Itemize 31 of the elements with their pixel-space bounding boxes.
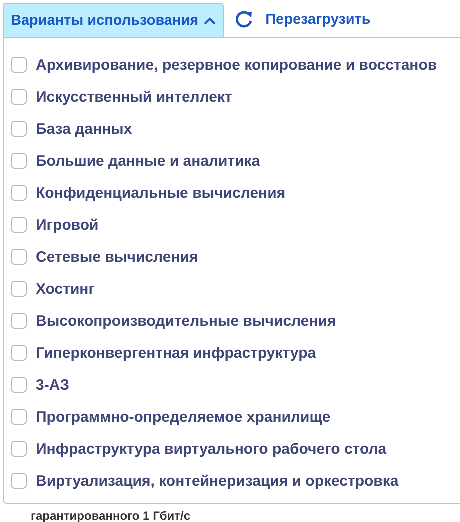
checkbox[interactable] [11, 121, 27, 137]
checkbox[interactable] [11, 377, 27, 393]
option-item[interactable]: Большие данные и аналитика [4, 145, 460, 177]
checkbox[interactable] [11, 89, 27, 105]
checkbox[interactable] [11, 441, 27, 457]
caret-icon [204, 16, 216, 24]
option-item[interactable]: Хостинг [4, 273, 460, 305]
option-item[interactable]: База данных [4, 113, 460, 145]
reload-button[interactable]: Перезагрузить [224, 3, 371, 37]
option-item[interactable]: Искусственный интеллект [4, 81, 460, 113]
checkbox[interactable] [11, 409, 27, 425]
checkbox[interactable] [11, 473, 27, 489]
checkbox[interactable] [11, 153, 27, 169]
option-item[interactable]: Гиперконвергентная инфраструктура [4, 337, 460, 369]
option-item[interactable]: Архивирование, резервное копирование и восстанов [4, 49, 460, 81]
checkbox[interactable] [11, 217, 27, 233]
option-item[interactable]: Конфиденциальные вычисления [4, 177, 460, 209]
checkbox[interactable] [11, 249, 27, 265]
filter-tab[interactable]: Варианты использования [3, 3, 224, 37]
option-item[interactable]: Инфраструктура виртуального рабочего стола [4, 433, 460, 465]
checkbox[interactable] [11, 185, 27, 201]
option-item[interactable]: 3-АЗ [4, 369, 460, 401]
checkbox[interactable] [11, 281, 27, 297]
option-item[interactable]: Высокопроизводительные вычисления [4, 305, 460, 337]
checkbox[interactable] [11, 313, 27, 329]
checkbox[interactable] [11, 345, 27, 361]
option-item[interactable]: Виртуализация, контейнеризация и оркестровка [4, 465, 460, 497]
checkbox[interactable] [11, 57, 27, 73]
option-item[interactable]: Сетевые вычисления [4, 241, 460, 273]
option-item[interactable]: Программно-определяемое хранилище [4, 401, 460, 433]
option-item[interactable]: Игровой [4, 209, 460, 241]
